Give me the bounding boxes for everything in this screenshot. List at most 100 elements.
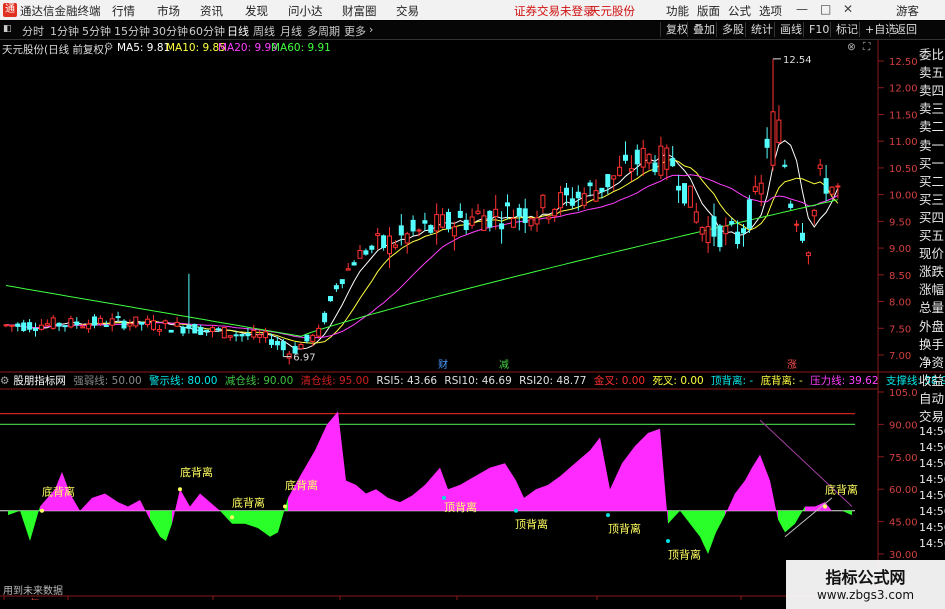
menu-item-market[interactable]: 市场 <box>157 3 180 19</box>
candle-body <box>640 147 646 168</box>
rsi-area <box>560 463 575 511</box>
price-axis-label: 11.50 <box>889 110 918 121</box>
tab-intraday[interactable]: 分时 <box>22 23 44 39</box>
divergence-dot <box>178 487 182 492</box>
candle-body <box>528 218 534 227</box>
rsi-area <box>105 493 118 511</box>
candle-body <box>322 312 328 323</box>
candle-body <box>823 178 829 194</box>
rsi-area <box>660 428 668 524</box>
bottom-divergence-label: 底背离 <box>825 483 858 497</box>
menu-item-layout[interactable]: 版面 <box>697 3 720 19</box>
rsi-area <box>338 411 346 511</box>
settings-gear-icon[interactable]: ⚙ <box>104 41 113 53</box>
candle-body <box>451 226 457 237</box>
settings-gear-icon[interactable]: ⚙ <box>0 375 9 387</box>
watermark: 指标公式网 www.zbgs3.com <box>786 560 945 609</box>
rsi-area <box>128 500 140 511</box>
menu-item-function[interactable]: 功能 <box>666 3 689 19</box>
rsi-area <box>668 510 680 524</box>
draw-line-button[interactable]: 画线 <box>774 22 802 37</box>
maximize-icon[interactable]: □ <box>820 2 831 16</box>
chevron-right-icon[interactable]: › <box>369 23 373 36</box>
sidebar-label: 总量 <box>919 300 945 316</box>
rsi-area <box>770 480 778 520</box>
overlay-button[interactable]: 叠加 <box>687 22 715 37</box>
sidebar-label: 现价 <box>919 246 945 262</box>
tab-60min[interactable]: 60分钟 <box>189 23 225 39</box>
tab-weekly[interactable]: 周线 <box>253 23 275 39</box>
candle-body <box>56 322 62 327</box>
app-title: 通达信金融终端 <box>20 4 101 18</box>
price-info-bar: 天元股份(日线 前复权) ⚙ MA5: 9.81 MA10: 9.85 MA20… <box>0 40 880 56</box>
price-axis-label: 8.00 <box>889 298 911 309</box>
rsi-area <box>745 467 752 511</box>
multi-stock-button[interactable]: 多股 <box>716 22 744 37</box>
f10-button[interactable]: F10 <box>803 22 829 37</box>
sidebar-label: 卖一 <box>919 137 945 153</box>
divergence-dot <box>442 495 446 500</box>
candle-body <box>286 353 292 359</box>
menu-item-wealth[interactable]: 财富圈 <box>342 3 377 19</box>
candle-body <box>410 219 416 232</box>
menu-item-discover[interactable]: 发现 <box>245 3 268 19</box>
stock-title: 天元股份(日线 前复权) <box>2 44 109 56</box>
window-close-icon[interactable]: ⊗ <box>847 41 856 53</box>
panel-toggle-icon[interactable]: ◧ <box>3 24 12 34</box>
stock-chart[interactable]: 12.50 12.00 11.50 11.00 10.50 10.00 9.50 9.00 8.… <box>0 40 945 600</box>
sidebar-label: 涨跌 <box>919 264 945 280</box>
high-price-label: 12.54 <box>783 55 812 66</box>
candle-body <box>587 182 593 187</box>
candle-body <box>304 334 310 342</box>
rsi-area <box>708 510 716 554</box>
bottom-divergence-label: 底背离 <box>232 495 265 509</box>
menu-item-ask[interactable]: 问小达 <box>288 3 323 19</box>
tab-more[interactable]: 更多 <box>344 23 366 39</box>
sidebar-label: 买四 <box>919 209 945 225</box>
minimize-icon[interactable]: — <box>796 2 808 16</box>
top-divergence-label: 顶背离 <box>515 517 548 531</box>
guest-user[interactable]: 游客 <box>896 3 919 19</box>
top-divergence-label: 顶背离 <box>444 500 477 514</box>
price-axis-label: 7.00 <box>889 351 911 362</box>
menu-item-news[interactable]: 资讯 <box>200 3 223 19</box>
rsi-area <box>140 500 150 520</box>
mark-button[interactable]: 标记 <box>830 22 858 37</box>
tab-30min[interactable]: 30分钟 <box>152 23 188 39</box>
menu-item-trade[interactable]: 交易 <box>396 3 419 19</box>
candle-body <box>280 341 286 351</box>
rsi-area <box>752 454 760 511</box>
candle-body <box>634 149 640 165</box>
candle-body <box>38 324 44 330</box>
time-axis-label: 2024年 <box>4 597 39 600</box>
rsi-area <box>366 489 376 511</box>
candle-body <box>599 187 605 193</box>
tab-5min[interactable]: 5分钟 <box>82 23 111 39</box>
candle-body <box>357 250 363 259</box>
menu-item-options[interactable]: 选项 <box>759 3 782 19</box>
rsi-area <box>245 510 258 529</box>
maximize-panel-icon[interactable]: ⛶ <box>863 41 870 54</box>
menu-item-quotes[interactable]: 行情 <box>112 3 135 19</box>
tab-daily[interactable]: 日线 <box>227 23 249 39</box>
rsi-area <box>610 463 622 511</box>
trade-login-warning[interactable]: 证券交易未登录 <box>514 3 595 19</box>
candle-body <box>9 324 15 327</box>
tab-15min[interactable]: 15分钟 <box>114 23 150 39</box>
menu-item-formula[interactable]: 公式 <box>728 3 751 19</box>
rsi-area <box>278 497 288 533</box>
indicator-item: 顶背离: - <box>711 375 754 387</box>
divergence-dot <box>283 504 287 509</box>
candle-body <box>404 233 410 244</box>
back-button[interactable]: 返回 <box>889 22 917 37</box>
statistics-button[interactable]: 统计 <box>745 22 773 37</box>
candle-body <box>446 211 451 230</box>
tab-1min[interactable]: 1分钟 <box>50 23 79 39</box>
tab-multi-period[interactable]: 多周期 <box>307 23 340 39</box>
sidebar-label: 净资 <box>919 354 945 370</box>
candle-body <box>392 244 398 248</box>
adjust-button[interactable]: 复权 <box>660 22 688 37</box>
candle-body <box>186 325 192 329</box>
tab-monthly[interactable]: 月线 <box>280 23 302 39</box>
close-icon[interactable]: ✕ <box>843 2 853 16</box>
